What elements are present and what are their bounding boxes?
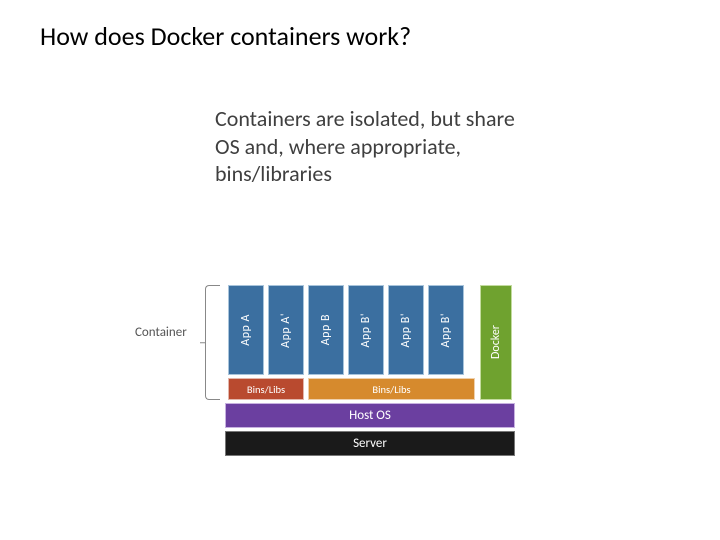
app-label: App B' (399, 313, 413, 347)
container-bracket (205, 285, 220, 400)
slide-title: How does Docker containers work? (40, 20, 411, 52)
app-label: App B' (439, 313, 453, 347)
docker-column: Docker (480, 285, 512, 400)
bins-libs-box: Bins/Libs (228, 378, 304, 400)
app-box: App B (308, 285, 344, 375)
app-label: App B' (359, 313, 373, 347)
docker-label: Docker (489, 325, 503, 359)
app-label: App B (319, 314, 333, 345)
bins-libs-box: Bins/Libs (308, 378, 475, 400)
architecture-diagram: Container App A App A' App B App B' App … (135, 285, 565, 470)
app-box: App B' (348, 285, 384, 375)
description-text: Containers are isolated, but share OS an… (215, 105, 525, 188)
host-os-layer: Host OS (225, 403, 515, 428)
server-layer: Server (225, 431, 515, 456)
app-label: App A' (279, 313, 293, 348)
app-box: App A (228, 285, 264, 375)
bins-row: Bins/Libs Bins/Libs (225, 378, 475, 400)
app-box: App B' (388, 285, 424, 375)
apps-row: App A App A' App B App B' App B' App B' … (225, 285, 515, 375)
container-label: Container (135, 325, 187, 340)
app-box: App A' (268, 285, 304, 375)
app-label: App A (239, 314, 253, 346)
app-box: App B' (428, 285, 464, 375)
layer-stack: App A App A' App B App B' App B' App B' … (225, 285, 515, 456)
